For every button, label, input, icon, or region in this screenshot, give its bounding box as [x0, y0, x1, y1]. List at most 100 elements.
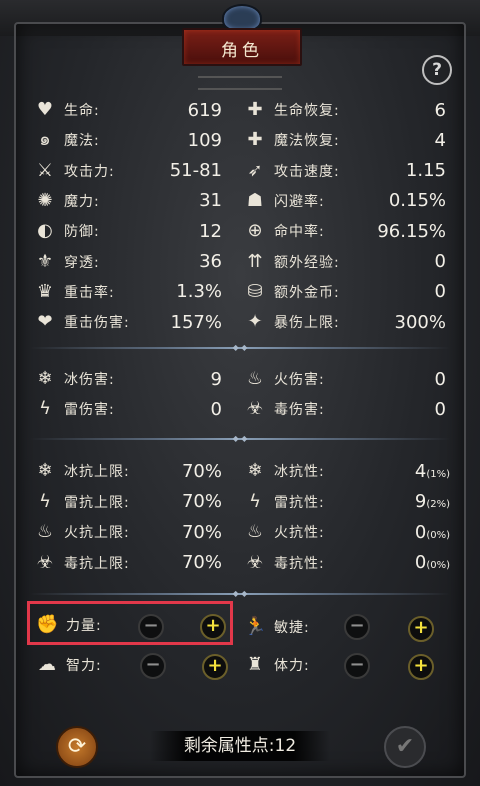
stat-value: 70% — [182, 491, 222, 512]
attack-speed-icon: ➶ — [247, 159, 263, 181]
stat-number: 9 — [210, 368, 222, 390]
stat-value: 36 — [199, 251, 222, 272]
stat-label: 暴伤上限: — [274, 315, 340, 332]
stat-value: 1.3% — [176, 281, 222, 302]
ornament-divider — [198, 76, 282, 90]
stat-value: 0 — [435, 369, 446, 390]
stat-label: 重击伤害: — [64, 315, 130, 332]
crit-cap-icon: ✦ — [247, 311, 263, 333]
stat-row: ✚ 魔法恢复: 4 — [244, 126, 446, 154]
stat-value: 4(1%) — [415, 461, 450, 482]
stat-number: 157% — [170, 311, 222, 333]
stat-number: 619 — [187, 99, 222, 121]
ice-resist-icon: ❄ — [247, 460, 263, 481]
stat-row: ➶ 攻击速度: 1.15 — [244, 157, 446, 185]
stat-label: 生命恢复: — [274, 103, 340, 119]
intellect-plus-button[interactable]: + — [202, 654, 228, 680]
stat-row: ♨ 火抗性: 0(0%) — [244, 518, 450, 546]
title-plate: 角色 — [182, 28, 302, 66]
stat-label: 额外经验: — [274, 254, 340, 271]
stat-row: ♥ 生命: 619 — [34, 96, 222, 124]
stat-number: 70% — [181, 552, 222, 573]
stat-number: 31 — [199, 190, 222, 212]
stat-number: 1.3% — [176, 281, 222, 303]
stat-label: 火抗上限: — [64, 525, 130, 541]
stat-label: 穿透: — [64, 254, 100, 271]
stat-number: 12 — [199, 220, 222, 242]
agility-minus-button[interactable]: − — [344, 614, 370, 640]
confirm-button[interactable]: ✔ — [384, 726, 426, 768]
magic-power-icon: ✺ — [37, 189, 53, 211]
stat-row: ☣ 毒抗上限: 70% — [34, 549, 222, 577]
stat-label: 毒抗性: — [274, 555, 325, 572]
extra-exp-icon: ⇈ — [247, 250, 263, 272]
stat-label: 魔力: — [64, 193, 100, 210]
section-divider: ◆ ◆ — [30, 590, 450, 598]
stat-number: 70% — [181, 491, 222, 512]
critical-rate-icon: ♛ — [36, 280, 54, 302]
attribute-agility: 🏃 敏捷: — [244, 613, 434, 641]
attribute-label: 智力: — [66, 658, 102, 674]
stat-number: 0 — [414, 521, 427, 543]
stamina-minus-button[interactable]: − — [344, 653, 370, 679]
fire-icon: ♨ — [246, 368, 264, 389]
stat-row: ๑ 魔法: 109 — [34, 126, 222, 154]
stat-row: ☗ 闪避率: 0.15% — [244, 187, 446, 215]
lightning-icon: ϟ — [39, 398, 51, 419]
attribute-intellect: ☁ 智力: — [36, 651, 226, 679]
stat-label: 魔法: — [64, 133, 100, 150]
stat-value: 157% — [171, 312, 222, 333]
stat-percent: (2%) — [426, 499, 450, 510]
stat-number: 4 — [434, 129, 446, 151]
stat-number: 51-81 — [169, 160, 222, 182]
stat-label: 火伤害: — [274, 372, 325, 388]
stat-number: 0 — [434, 251, 446, 272]
stat-value: 0 — [435, 399, 446, 420]
stat-number: 96.15% — [377, 220, 446, 242]
heart-icon: ♥ — [36, 99, 54, 120]
sword-attack-icon: ⚔ — [36, 159, 54, 181]
stat-number: 300% — [394, 311, 446, 333]
dodge-icon: ☗ — [246, 189, 264, 211]
stat-number: 70% — [181, 521, 222, 543]
stamina-icon: ♜ — [246, 654, 264, 675]
remaining-points: 剩余属性点:12 — [150, 731, 330, 761]
stat-percent: (0%) — [426, 529, 450, 541]
extra-gold-icon: ⛁ — [247, 280, 263, 302]
stat-row: ⛁ 额外金币: 0 — [244, 278, 446, 306]
stamina-plus-button[interactable]: + — [408, 654, 434, 680]
page-title: 角色 — [221, 41, 263, 61]
agility-icon: 🏃 — [244, 616, 267, 637]
stat-row: ✦ 暴伤上限: 300% — [244, 308, 446, 336]
stat-row: ⊕ 命中率: 96.15% — [244, 217, 446, 245]
crosshair-icon: ⊕ — [247, 220, 263, 242]
hp-regen-icon: ✚ — [247, 99, 263, 120]
stat-value: 0(0%) — [415, 552, 450, 573]
stat-value: 0.15% — [389, 190, 446, 211]
stat-row: ⇈ 额外经验: 0 — [244, 248, 446, 276]
stat-value: 0 — [211, 399, 222, 420]
stat-number: 9 — [414, 491, 427, 512]
agility-plus-button[interactable]: + — [408, 616, 434, 642]
stat-row: ❄ 冰抗上限: 70% — [34, 457, 222, 485]
stat-label: 毒伤害: — [274, 402, 325, 418]
stat-label: 雷抗上限: — [64, 494, 130, 511]
stat-row: ❤ 重击伤害: 157% — [34, 308, 222, 336]
stat-row: ϟ 雷抗上限: 70% — [34, 488, 222, 516]
stat-value: 9(2%) — [415, 491, 450, 512]
stat-label: 冰抗上限: — [64, 464, 130, 480]
stat-row: ♨ 火抗上限: 70% — [34, 518, 222, 546]
attribute-stamina: ♜ 体力: — [244, 651, 434, 679]
stat-number: 36 — [199, 251, 222, 272]
mp-regen-icon: ✚ — [247, 129, 263, 151]
reset-button[interactable]: ⟳ — [56, 726, 98, 768]
stat-label: 防御: — [64, 224, 100, 241]
help-button[interactable]: ? — [422, 55, 452, 85]
character-panel: 角色 ? ♥ 生命: 619 ๑ 魔法: 109 ⚔ 攻击力: 51-81 ✺ 魔力: 31 ◐ 防御: 1… — [0, 0, 480, 786]
stat-value: 9 — [211, 369, 222, 390]
stat-row: ◐ 防御: 12 — [34, 217, 222, 245]
section-divider: ◆ ◆ — [30, 435, 450, 443]
intellect-minus-button[interactable]: − — [140, 653, 166, 679]
stat-row: ⚔ 攻击力: 51-81 — [34, 157, 222, 185]
penetration-icon: ⚜ — [36, 250, 54, 272]
